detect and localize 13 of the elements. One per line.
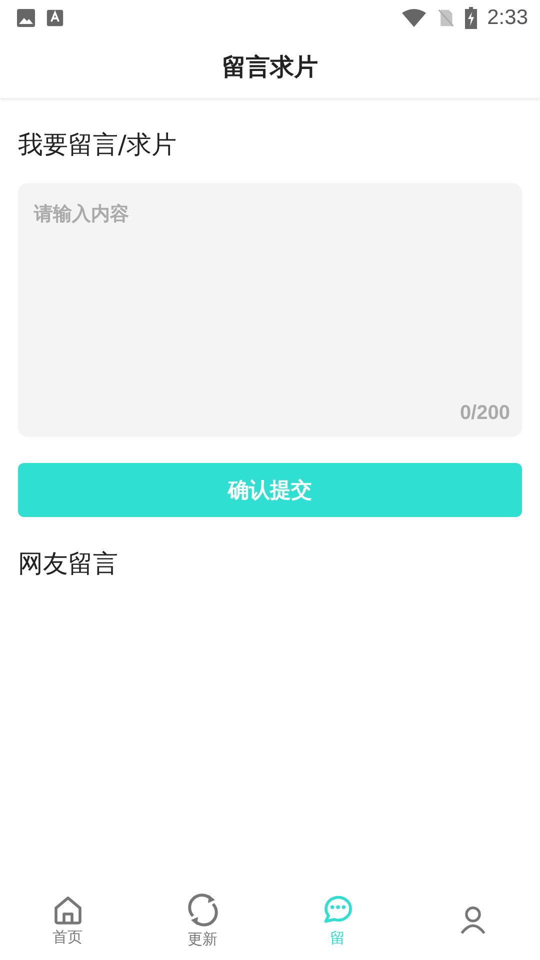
home-icon [52,894,84,926]
page-title: 留言求片 [222,52,318,83]
image-icon [16,8,36,28]
nav-tab[interactable]: 首页 [0,880,135,960]
nav-tab[interactable]: 更新 [135,880,270,960]
no-sim-icon [437,8,456,28]
wifi-icon [401,8,428,28]
battery-icon [465,7,478,29]
font-icon [46,9,64,27]
status-time: 2:33 [487,6,528,30]
section-heading: 我要留言/求片 [18,129,178,161]
character-counter: 0/200 [460,402,510,425]
section-heading: 网友留言 [18,548,119,580]
